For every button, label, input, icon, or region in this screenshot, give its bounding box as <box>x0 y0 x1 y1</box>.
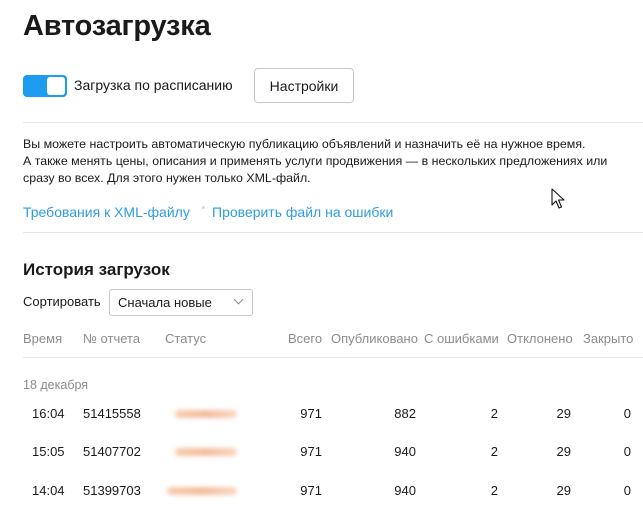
table-header-divider <box>23 357 643 358</box>
status-redacted <box>167 487 237 495</box>
cell-published: 940 <box>394 483 416 498</box>
mouse-pointer-icon <box>551 188 565 209</box>
column-header-total[interactable]: Всего <box>288 331 322 346</box>
column-header-time[interactable]: Время <box>23 331 62 346</box>
link-separator-dot <box>202 206 205 209</box>
column-header-published[interactable]: Опубликовано <box>331 331 418 346</box>
cell-errors: 2 <box>490 444 498 459</box>
cell-errors: 2 <box>490 483 498 498</box>
settings-button[interactable]: Настройки <box>254 68 354 103</box>
cell-rejected: 29 <box>556 406 571 421</box>
description-line-1: Вы можете настроить автоматическую публи… <box>23 137 586 151</box>
cell-time: 16:04 <box>32 406 65 421</box>
cell-total: 971 <box>300 444 322 459</box>
cell-published: 940 <box>394 444 416 459</box>
cell-time: 14:04 <box>32 483 65 498</box>
page-title: Автозагрузка <box>23 10 211 42</box>
table-row[interactable]: 15:05 51407702 971 940 2 29 0 <box>0 440 643 464</box>
divider <box>23 122 643 123</box>
schedule-toggle-label[interactable]: Загрузка по расписанию <box>74 77 233 93</box>
cell-report[interactable]: 51399703 <box>83 483 141 498</box>
column-header-status[interactable]: Статус <box>165 331 206 346</box>
cell-rejected: 29 <box>556 444 571 459</box>
cell-errors: 2 <box>490 406 498 421</box>
table-row[interactable]: 16:04 51415558 971 882 2 29 0 <box>0 402 643 426</box>
sort-label: Сортировать <box>23 294 101 309</box>
cell-report[interactable]: 51407702 <box>83 444 141 459</box>
cell-published: 882 <box>394 406 416 421</box>
group-date: 18 декабря <box>23 378 89 392</box>
toggle-knob <box>47 77 65 95</box>
sort-select-value: Сначала новые <box>118 295 212 310</box>
cell-total: 971 <box>300 406 322 421</box>
divider <box>23 232 643 233</box>
column-header-report[interactable]: № отчета <box>83 331 140 346</box>
description-line-2: А также менять цены, описания и применят… <box>23 154 608 168</box>
column-header-closed[interactable]: Закрыто <box>583 331 633 346</box>
history-title: История загрузок <box>23 260 170 279</box>
status-redacted <box>175 410 237 418</box>
column-header-errors[interactable]: С ошибками <box>424 331 499 346</box>
schedule-toggle[interactable] <box>23 75 67 97</box>
status-redacted <box>175 448 237 456</box>
cell-closed: 0 <box>623 444 631 459</box>
table-row[interactable]: 14:04 51399703 971 940 2 29 0 <box>0 479 643 503</box>
xml-requirements-link[interactable]: Требования к XML-файлу <box>23 204 190 220</box>
description-line-3: сразу во всех. Для этого нужен только XM… <box>23 171 311 185</box>
cell-closed: 0 <box>623 483 631 498</box>
sort-select[interactable]: Сначала новые <box>109 289 253 316</box>
column-header-rejected[interactable]: Отклонено <box>507 331 573 346</box>
cell-rejected: 29 <box>556 483 571 498</box>
cell-closed: 0 <box>623 406 631 421</box>
check-file-link[interactable]: Проверить файл на ошибки <box>212 204 393 220</box>
cell-total: 971 <box>300 483 322 498</box>
cell-time: 15:05 <box>32 444 65 459</box>
chevron-down-icon <box>233 294 244 305</box>
cell-report[interactable]: 51415558 <box>83 406 141 421</box>
